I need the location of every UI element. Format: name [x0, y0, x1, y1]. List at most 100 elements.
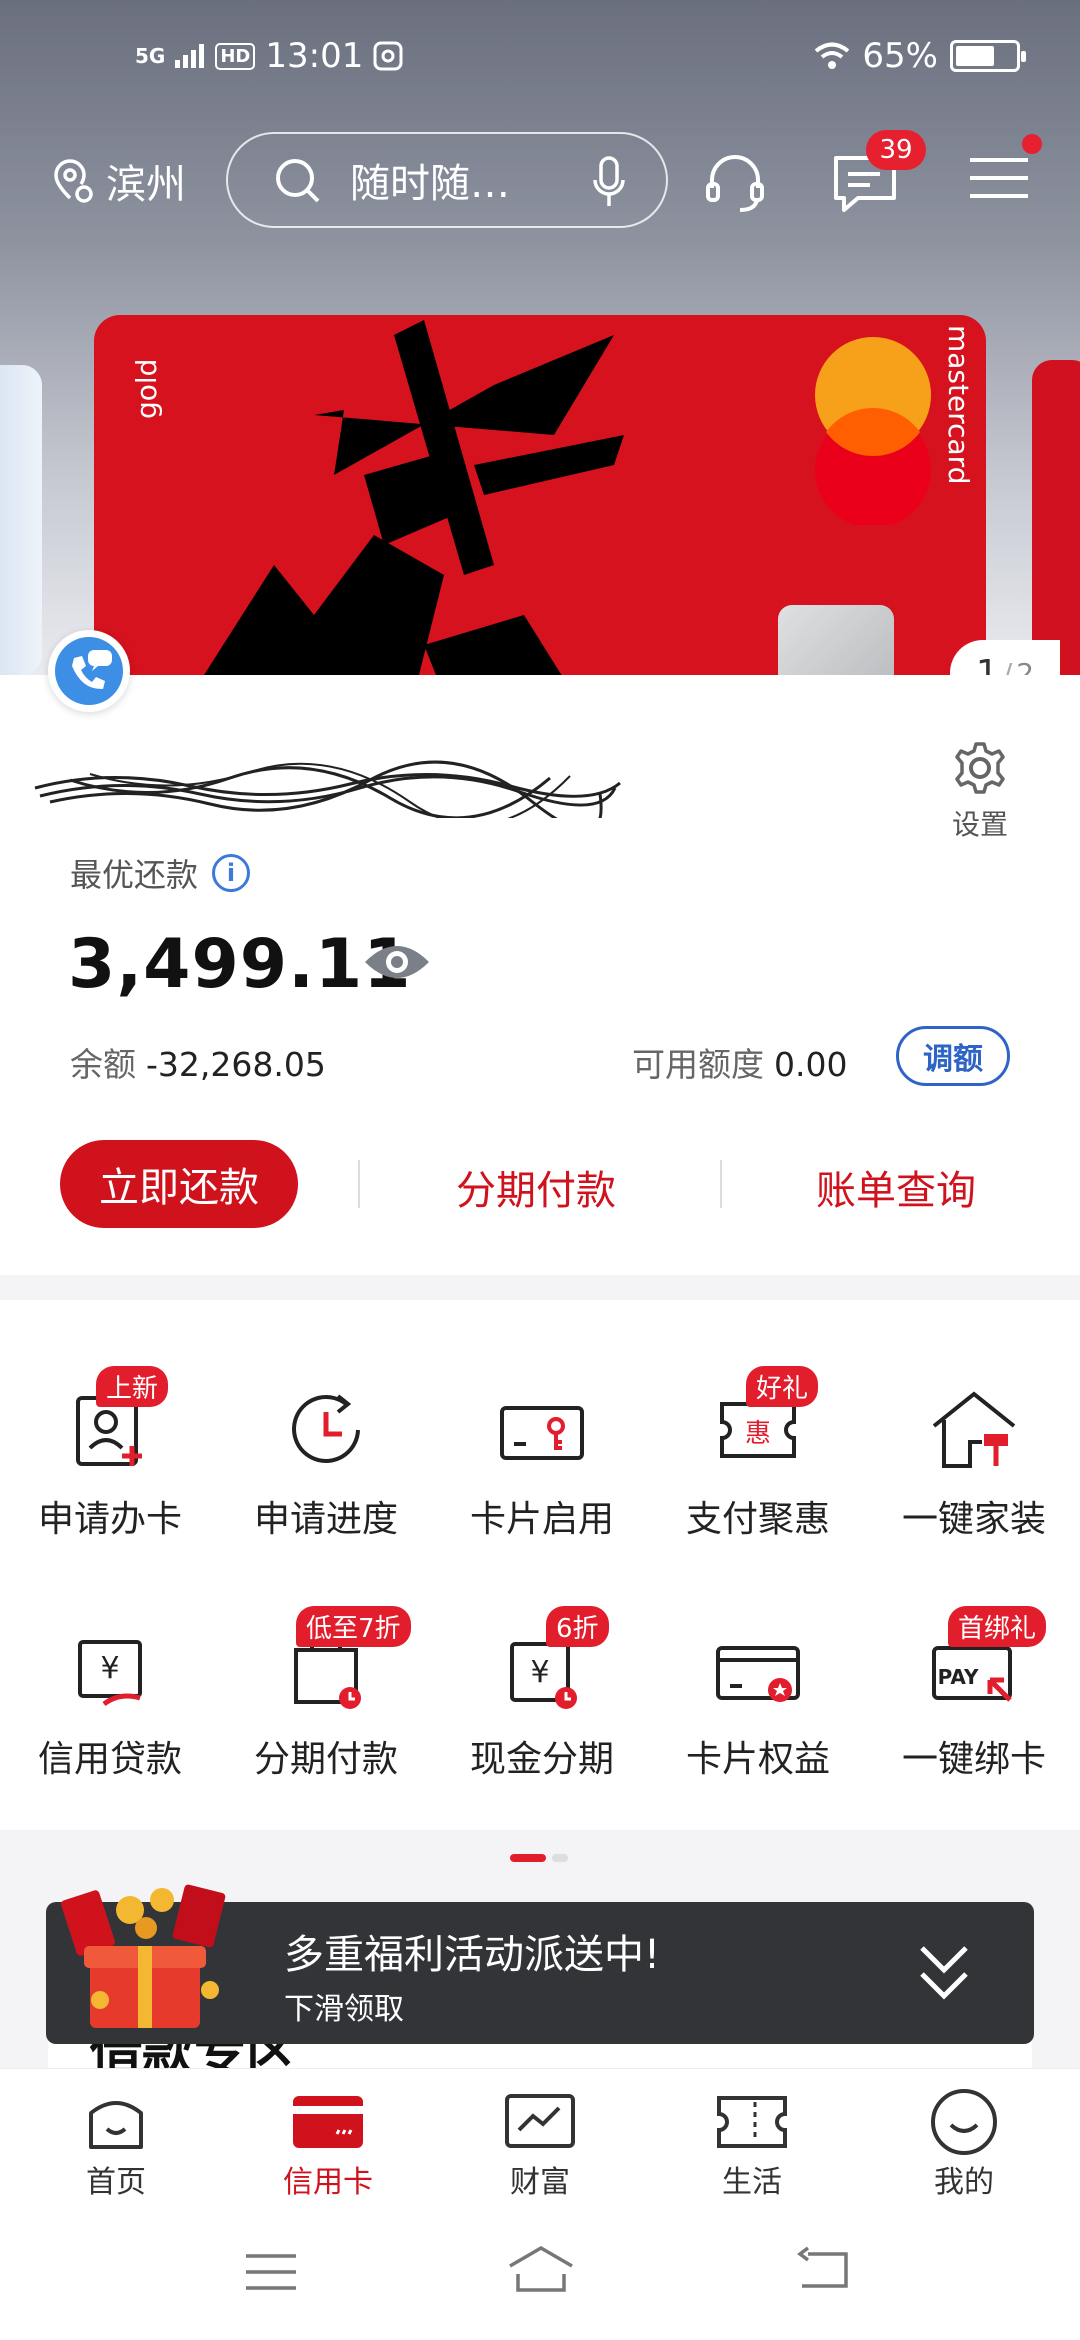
service-tag: 低至7折 — [296, 1606, 411, 1647]
recent-apps-icon[interactable] — [244, 2250, 298, 2294]
wealth-icon — [505, 2094, 575, 2148]
city-name: 滨州 — [106, 162, 186, 208]
service-label: 支付聚惠 — [685, 1499, 830, 1540]
svg-text:¥: ¥ — [100, 1651, 119, 1686]
battery-percent: 65% — [862, 36, 938, 76]
service-label: 分期付款 — [253, 1739, 398, 1780]
profile-icon — [931, 2089, 997, 2155]
settings-button[interactable]: 设置 — [945, 740, 1015, 843]
service-label: 信用贷款 — [37, 1739, 182, 1780]
divider — [720, 1160, 722, 1208]
bill-query-button[interactable]: 账单查询 — [816, 1158, 976, 1216]
network-type: 5G — [135, 44, 166, 68]
menu-icon[interactable] — [968, 148, 1030, 208]
service-tag: 好礼 — [746, 1366, 819, 1407]
back-icon[interactable] — [794, 2246, 850, 2294]
promo-subtitle: 下滑领取 — [284, 1992, 404, 2027]
service-credit-loan[interactable]: ¥ 信用贷款 — [2, 1620, 218, 1782]
available-label: 可用额度 — [632, 1045, 764, 1084]
settings-label: 设置 — [951, 808, 1008, 841]
credit-card-image[interactable]: gold mastercard — [94, 315, 986, 695]
search-bar[interactable]: 随时随… — [226, 132, 668, 228]
installment-button[interactable]: 分期付款 — [456, 1158, 616, 1216]
card-tier-text: gold — [130, 358, 163, 419]
next-card-peek[interactable] — [1032, 360, 1080, 680]
service-tag: 上新 — [96, 1366, 169, 1407]
tab-label: 首页 — [86, 2165, 146, 2200]
status-bar: 5G HD 13:01 65% — [0, 30, 1080, 90]
available-value: 0.00 — [774, 1045, 848, 1084]
tab-home[interactable]: 首页 — [46, 2087, 186, 2201]
signal-icon — [175, 44, 205, 68]
previous-card-peek[interactable] — [0, 365, 42, 675]
available-credit-row: 可用额度 0.00 — [632, 1038, 847, 1086]
top-nav: 滨州 随时随… 39 — [0, 130, 1080, 230]
search-placeholder: 随时随… — [350, 161, 510, 207]
balance-value: -32,268.05 — [146, 1045, 326, 1084]
service-label: 申请办卡 — [37, 1499, 182, 1540]
tab-label: 财富 — [510, 2165, 570, 2200]
best-repay-label: 最优还款 — [70, 856, 199, 894]
tab-credit-card[interactable]: 信用卡 — [258, 2087, 398, 2201]
microphone-icon[interactable] — [592, 156, 626, 208]
phone-service-button[interactable] — [48, 630, 130, 712]
svg-text:PAY: PAY — [938, 1665, 979, 1689]
service-label: 一键家装 — [901, 1499, 1046, 1540]
best-repay-label-row: 最优还款 i — [70, 850, 251, 896]
tab-label: 生活 — [722, 2165, 782, 2200]
balance-label: 余额 — [70, 1045, 136, 1084]
card-network-text: mastercard — [942, 325, 975, 485]
service-apply-progress[interactable]: 申请进度 — [218, 1380, 434, 1542]
balance-row: 余额 -32,268.05 — [70, 1038, 326, 1086]
tab-profile[interactable]: 我的 — [894, 2087, 1034, 2201]
wifi-icon — [815, 42, 850, 69]
card-activate-icon — [500, 1406, 584, 1460]
home-decor-icon — [932, 1391, 1016, 1468]
service-label: 一键绑卡 — [901, 1739, 1046, 1780]
service-label: 卡片启用 — [469, 1499, 614, 1540]
service-cash-installment[interactable]: ¥ 现金分期 — [434, 1620, 650, 1782]
tab-label: 信用卡 — [283, 2165, 373, 2200]
bottom-tab-bar: 首页 信用卡 财富 生活 我的 — [0, 2068, 1080, 2208]
promo-title: 多重福利活动派送中! — [284, 1932, 661, 1978]
tab-life[interactable]: 生活 — [682, 2087, 822, 2201]
battery-fill — [956, 46, 994, 66]
city-selector[interactable]: 滨州 — [50, 152, 186, 210]
service-label: 申请进度 — [253, 1499, 398, 1540]
location-icon — [54, 159, 93, 203]
gift-box-icon — [61, 1884, 226, 2028]
progress-icon — [292, 1394, 360, 1463]
service-label: 卡片权益 — [685, 1739, 830, 1780]
home-nav-icon[interactable] — [506, 2244, 576, 2296]
home-icon — [89, 2101, 143, 2149]
service-tag: 6折 — [546, 1606, 609, 1647]
credit-card-icon — [293, 2096, 363, 2148]
double-chevron-down-icon[interactable] — [914, 1938, 974, 2008]
credit-loan-icon: ¥ — [78, 1640, 142, 1707]
svg-text:惠: 惠 — [745, 1419, 771, 1449]
tab-label: 我的 — [934, 2165, 994, 2200]
system-navigation-bar — [0, 2208, 1080, 2340]
eye-icon[interactable] — [362, 940, 432, 984]
tab-wealth[interactable]: 财富 — [470, 2087, 610, 2201]
svg-text:¥: ¥ — [530, 1655, 549, 1690]
repay-now-button[interactable]: 立即还款 — [60, 1140, 298, 1228]
card-benefits-icon — [716, 1646, 800, 1702]
service-card-activate[interactable]: 卡片启用 — [434, 1380, 650, 1542]
service-label: 现金分期 — [469, 1739, 614, 1780]
service-card-benefits[interactable]: 卡片权益 — [650, 1620, 866, 1782]
status-time: 13:01 — [265, 36, 364, 76]
best-repay-amount: 3,499.11 — [68, 925, 412, 1004]
adjust-limit-button[interactable]: 调额 — [896, 1026, 1010, 1086]
service-home-decor[interactable]: 一键家装 — [866, 1380, 1080, 1542]
mastercard-logo — [815, 337, 931, 525]
customer-service-icon[interactable] — [700, 148, 770, 218]
at-icon — [373, 41, 403, 71]
gear-icon — [955, 742, 1005, 794]
search-icon — [276, 159, 320, 203]
info-icon[interactable]: i — [212, 854, 251, 892]
phone-chat-icon — [55, 637, 123, 705]
divider — [358, 1160, 360, 1208]
menu-notification-dot — [1022, 134, 1042, 154]
message-count-badge: 39 — [866, 130, 926, 170]
